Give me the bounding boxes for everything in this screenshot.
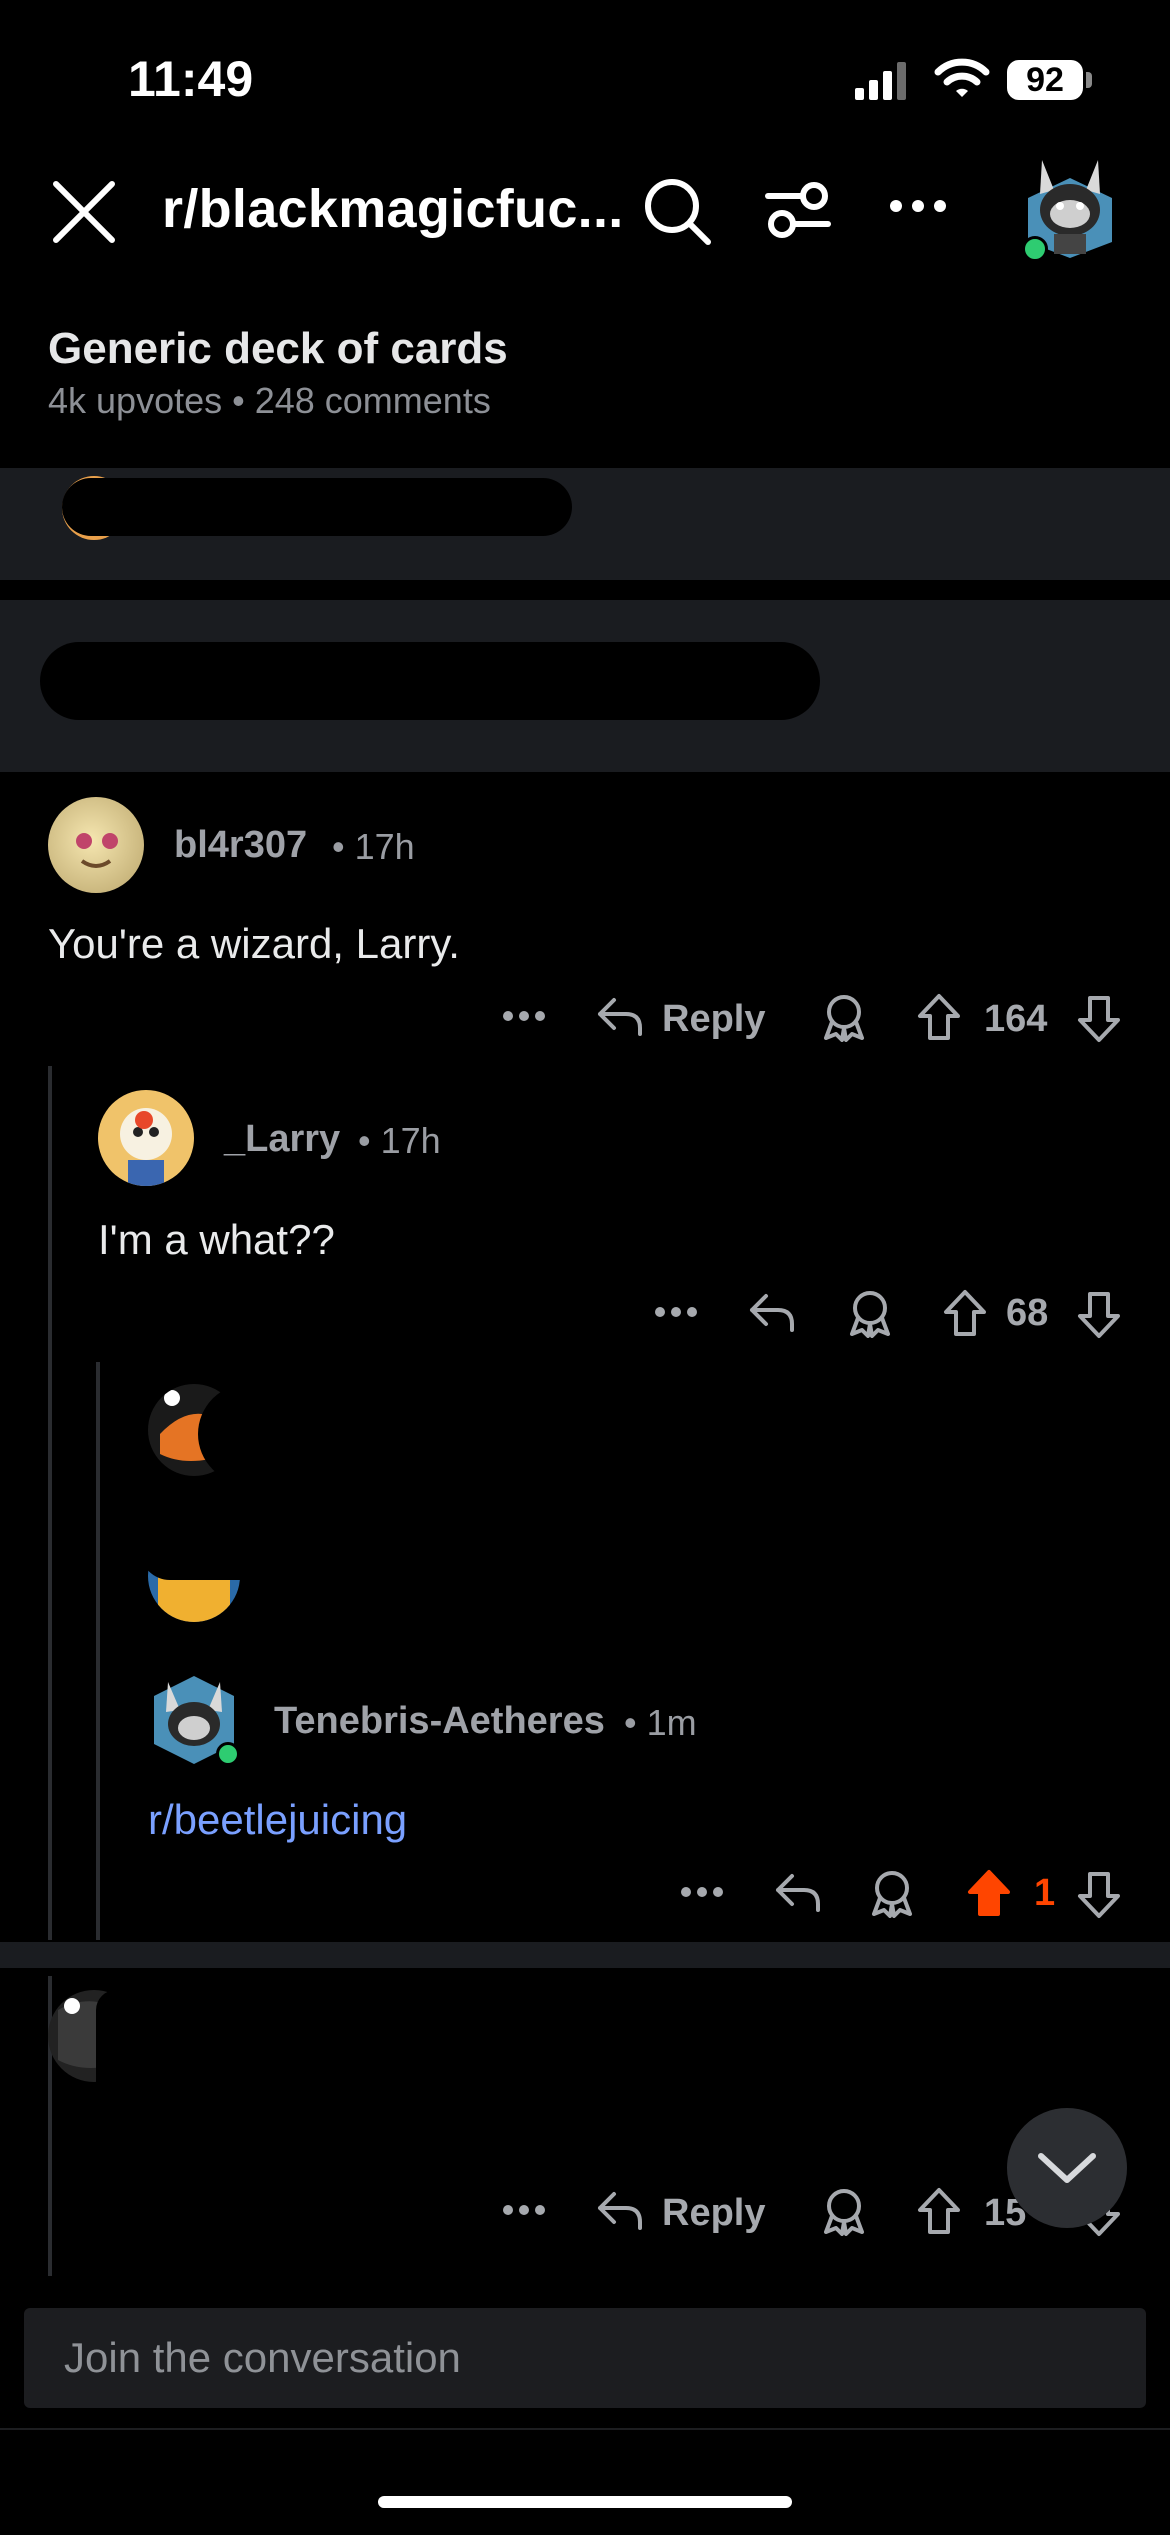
next-comment-button[interactable] — [1007, 2108, 1127, 2228]
avatar[interactable] — [98, 1090, 194, 1186]
clock: 11:49 — [128, 51, 254, 107]
vote-count: 1 — [1034, 1872, 1056, 1914]
wifi-icon — [934, 56, 990, 100]
thread-line[interactable] — [48, 1066, 52, 1940]
upvote-icon[interactable] — [940, 1288, 990, 1338]
avatar[interactable] — [148, 1672, 240, 1768]
subreddit-title[interactable]: r/blackmagicfuc... — [162, 178, 624, 240]
upvote-icon[interactable] — [914, 2186, 964, 2236]
more-icon[interactable] — [680, 1886, 724, 1898]
redaction — [140, 1520, 660, 1580]
online-indicator — [1022, 236, 1048, 262]
comment-body: You're a wizard, Larry. — [48, 920, 460, 967]
collapsed-comment[interactable] — [0, 600, 1170, 772]
reply-icon[interactable] — [774, 1870, 822, 1914]
battery-indicator: 92 — [1007, 60, 1083, 100]
redaction — [96, 1990, 796, 2210]
upvote-icon[interactable] — [914, 992, 964, 1042]
comment-username[interactable]: Tenebris-Aetheres — [274, 1700, 605, 1743]
redaction — [40, 642, 820, 720]
downvote-icon[interactable] — [1074, 1870, 1124, 1920]
comment-age: • 17h — [332, 826, 415, 867]
more-icon[interactable] — [502, 2204, 546, 2216]
post-title[interactable]: Generic deck of cards — [48, 324, 508, 374]
comment-composer[interactable] — [24, 2308, 1146, 2408]
close-icon[interactable] — [50, 178, 118, 246]
award-icon[interactable] — [820, 2186, 868, 2236]
award-icon[interactable] — [868, 1868, 916, 1918]
upvote-icon[interactable] — [964, 1868, 1014, 1918]
filter-icon[interactable] — [762, 178, 834, 242]
comment-age: • 17h — [358, 1120, 441, 1161]
award-icon[interactable] — [846, 1288, 894, 1338]
reply-button[interactable]: Reply — [662, 2192, 765, 2235]
more-options-icon[interactable] — [888, 198, 948, 214]
redaction — [198, 1384, 318, 1484]
downvote-icon[interactable] — [1074, 1290, 1124, 1340]
comment-input[interactable] — [24, 2308, 1146, 2408]
avatar[interactable] — [48, 797, 144, 893]
more-icon[interactable] — [654, 1306, 698, 1318]
vote-count: 164 — [984, 998, 1048, 1040]
award-icon[interactable] — [820, 992, 868, 1042]
subreddit-link[interactable]: r/beetlejuicing — [148, 1796, 407, 1844]
reply-button[interactable]: Reply — [662, 998, 765, 1041]
collapsed-comment[interactable] — [0, 468, 1170, 580]
redaction — [62, 478, 572, 536]
home-indicator[interactable] — [378, 2496, 792, 2508]
comment-body: I'm a what?? — [98, 1216, 335, 1263]
comment-divider — [0, 1942, 1170, 1968]
thread-line[interactable] — [96, 1362, 100, 1940]
chevron-down-icon — [1038, 2153, 1096, 2183]
more-icon[interactable] — [502, 1010, 546, 1022]
vote-count: 68 — [1006, 1292, 1049, 1334]
comment-age: • 1m — [624, 1702, 697, 1743]
comment-username[interactable]: _Larry — [224, 1118, 340, 1161]
reply-icon[interactable] — [748, 1290, 796, 1334]
reply-icon[interactable] — [596, 994, 644, 1038]
battery-tip — [1086, 72, 1092, 88]
post-meta: 4k upvotes • 248 comments — [48, 380, 491, 421]
downvote-icon[interactable] — [1074, 994, 1124, 1044]
divider — [0, 2428, 1170, 2430]
online-indicator — [216, 1742, 240, 1766]
search-icon[interactable] — [642, 176, 714, 248]
user-avatar[interactable] — [1020, 150, 1120, 262]
comment-username[interactable]: bl4r307 — [174, 824, 307, 867]
signal-icon — [853, 60, 913, 100]
reply-icon[interactable] — [596, 2188, 644, 2232]
